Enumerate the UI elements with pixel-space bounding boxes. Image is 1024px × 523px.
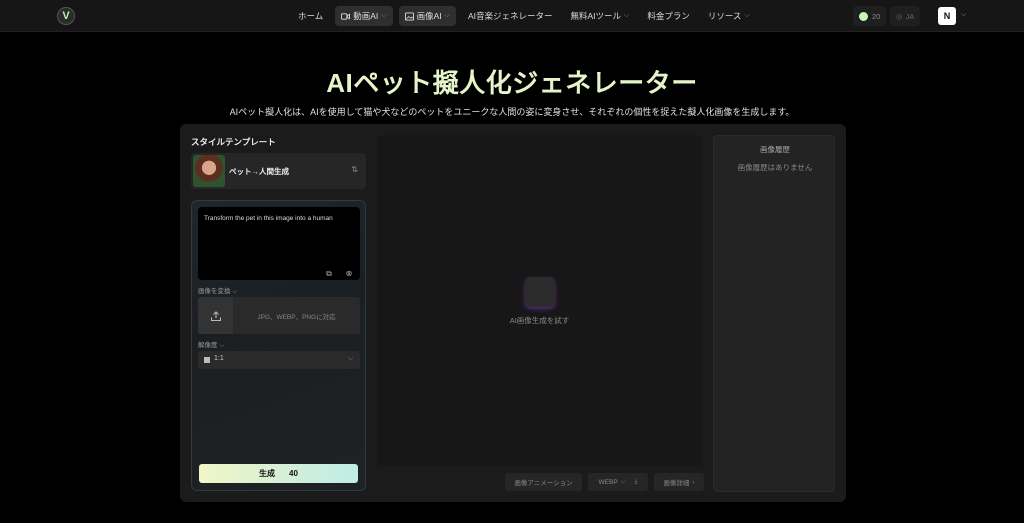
chevron-down-icon: ⌵ [232,288,238,295]
chevron-down-icon: ⌵ [219,342,225,349]
nav-resources[interactable]: リソース ⌵ [702,6,756,26]
image-details-label: 画像詳細 [663,480,690,487]
chevron-down-icon: ⌵ [624,12,630,19]
image-canvas: AI画像生成を試す [377,135,702,466]
nav-pricing[interactable]: 料金プラン [641,6,696,26]
style-template-title: スタイルテンプレート [191,137,276,147]
aspect-ratio-value: 1:1 [214,355,224,362]
nav-video-ai-label: 動画AI [353,11,379,21]
format-label: WEBP [598,478,618,486]
generate-placeholder-icon [525,277,555,307]
chevron-down-icon: ⌵ [620,478,626,485]
globe-icon: ◎ [896,11,903,21]
prompt-text: Transform the pet in this image into a h… [204,215,333,222]
template-thumbnail [193,155,225,187]
nav-resources-label: リソース [707,11,742,21]
image-upload[interactable]: JPG、WEBP、PNGに対応 [198,297,360,334]
image-history-panel: 画像履歴 画像履歴はありません [713,135,835,492]
download-icon[interactable]: ⤓ [635,478,638,486]
resolution-label: 解像度 ⌵ [198,339,224,350]
nav-image-ai-label: 画像AI [416,11,442,21]
upload-label-text: 画像を変換 [198,288,231,295]
avatar[interactable]: N [938,7,956,25]
generate-label: 生成 [259,469,276,478]
nav-pricing-label: 料金プラン [647,11,690,21]
animate-image-label: 画像アニメーション [514,480,573,487]
history-title: 画像履歴 [760,145,790,154]
nav-free-tools[interactable]: 無料AIツール ⌵ [564,6,635,26]
image-icon [404,11,414,21]
resolution-label-text: 解像度 [198,342,218,349]
upload-hint: JPG、WEBP、PNGに対応 [257,313,336,321]
swap-icon[interactable]: ⇅ [351,165,358,174]
credits-badge[interactable]: 20 [853,6,887,26]
generation-form: Transform the pet in this image into a h… [191,200,366,491]
nav-ai-music[interactable]: AI音楽ジェネレーター [462,6,559,26]
nav-home-label: ホーム [298,11,324,21]
nav-image-ai[interactable]: 画像AI ⌵ [398,6,456,26]
upload-label: 画像を変換 ⌵ [198,285,237,296]
nav-free-tools-label: 無料AIツール [570,11,622,21]
prompt-input[interactable]: Transform the pet in this image into a h… [198,207,360,280]
copy-icon[interactable]: ⧉ [324,269,334,279]
coin-icon [859,11,868,21]
generate-button[interactable]: 生成 40 [199,464,358,483]
page-title: AIペット擬人化ジェネレーター [326,68,698,98]
nav-home[interactable]: ホーム [292,6,329,26]
nav-ai-music-label: AI音楽ジェネレーター [467,11,553,21]
clear-icon[interactable]: ⊗ [344,269,354,279]
page-subtitle: AIペット擬人化は、AIを使用して猫や犬などのペットをユニークな人間の姿に変身さ… [229,107,795,117]
square-icon [204,357,210,363]
history-empty: 画像履歴はありません [737,163,813,172]
chevron-down-icon[interactable]: ⌵ [961,11,966,19]
chevron-down-icon: ⌵ [381,12,387,19]
upload-icon [198,297,233,334]
language-selector[interactable]: ◎ JA [890,6,921,26]
top-nav: V ホーム 動画AI ⌵ 画像AI ⌵ AI音楽ジェネレーター 無料AIツール ⌵ 料… [0,0,1024,32]
chevron-down-icon: ⌵ [347,355,353,362]
logo[interactable]: V [57,7,75,25]
aspect-ratio-select[interactable]: 1:1 ⌵ [198,351,360,369]
language-label: JA [905,11,915,21]
chevron-down-icon: ⌵ [744,12,750,19]
canvas-placeholder: AI画像生成を試す [509,316,570,325]
nav-links: ホーム 動画AI ⌵ 画像AI ⌵ AI音楽ジェネレーター 無料AIツール ⌵ 料金プ… [292,6,756,26]
video-icon [341,12,351,20]
template-label: ペット→人間生成 [229,167,289,176]
chevron-right-icon: › [692,478,695,486]
nav-video-ai[interactable]: 動画AI ⌵ [335,6,393,26]
image-details-button[interactable]: 画像詳細 › [654,473,704,491]
credits-count: 20 [872,11,881,21]
chevron-down-icon: ⌵ [444,12,450,19]
generate-cost: 40 [289,469,298,478]
animate-image-button[interactable]: 画像アニメーション [505,473,582,491]
format-select[interactable]: WEBP ⌵ ⤓ [588,473,648,491]
template-selector[interactable]: ペット→人間生成 ⇅ [191,153,366,189]
